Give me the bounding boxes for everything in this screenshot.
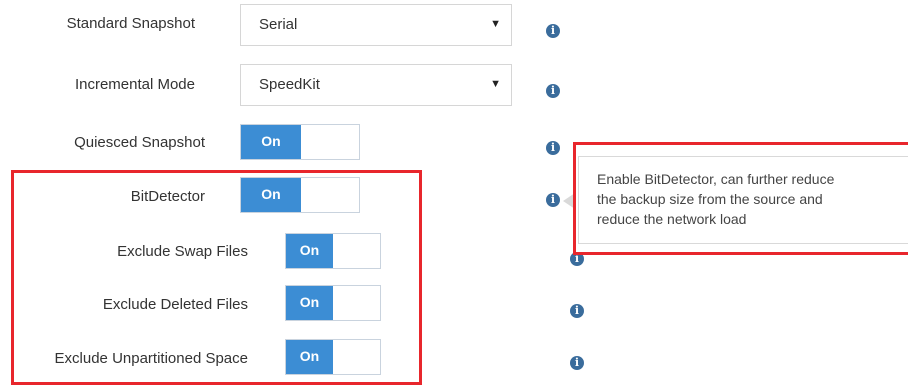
info-icon[interactable]: i <box>570 304 584 318</box>
info-icon[interactable]: i <box>546 193 560 207</box>
exclude-deleted-files-label: Exclude Deleted Files <box>102 296 248 313</box>
toggle-on-label: On <box>286 340 333 374</box>
incremental-mode-label: Incremental Mode <box>74 76 195 93</box>
exclude-deleted-files-toggle[interactable]: On <box>285 285 381 321</box>
standard-snapshot-value: Serial <box>259 16 298 33</box>
info-icon[interactable]: i <box>570 356 584 370</box>
caret-down-icon: ▼ <box>490 78 501 90</box>
bitdetector-label: BitDetector <box>130 188 205 205</box>
quiesced-snapshot-toggle[interactable]: On <box>240 124 360 160</box>
quiesced-snapshot-label: Quiesced Snapshot <box>74 134 205 151</box>
incremental-mode-value: SpeedKit <box>259 76 320 93</box>
info-icon[interactable]: i <box>546 141 560 155</box>
exclude-unpartitioned-space-label: Exclude Unpartitioned Space <box>54 350 248 367</box>
exclude-swap-files-label: Exclude Swap Files <box>117 243 248 260</box>
exclude-swap-files-toggle[interactable]: On <box>285 233 381 269</box>
bitdetector-toggle[interactable]: On <box>240 177 360 213</box>
toggle-on-label: On <box>286 286 333 320</box>
toggle-on-label: On <box>241 178 301 212</box>
caret-down-icon: ▼ <box>490 18 501 30</box>
exclude-unpartitioned-space-toggle[interactable]: On <box>285 339 381 375</box>
info-icon[interactable]: i <box>546 84 560 98</box>
info-icon[interactable]: i <box>546 24 560 38</box>
incremental-mode-select[interactable]: SpeedKit ▼ <box>240 64 512 106</box>
highlight-box-tooltip <box>573 142 908 255</box>
toggle-on-label: On <box>241 125 301 159</box>
standard-snapshot-label: Standard Snapshot <box>66 15 195 32</box>
standard-snapshot-select[interactable]: Serial ▼ <box>240 4 512 46</box>
toggle-on-label: On <box>286 234 333 268</box>
